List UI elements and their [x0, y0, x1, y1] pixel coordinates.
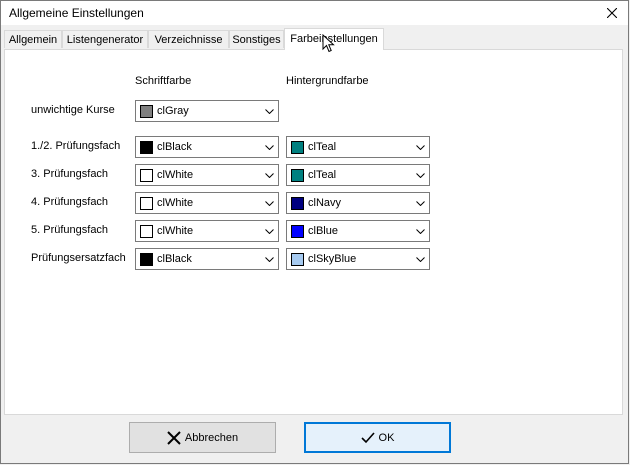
cancel-button[interactable]: Abbrechen [129, 422, 276, 453]
chevron-down-icon[interactable] [262, 104, 276, 118]
cancel-button-label: Abbrechen [184, 431, 239, 444]
chevron-down-icon[interactable] [413, 196, 427, 210]
background-color-select[interactable]: clTeal [286, 164, 430, 186]
tab-label: Allgemein [8, 34, 58, 46]
color-name: clWhite [157, 225, 194, 237]
background-color-select[interactable]: clBlue [286, 220, 430, 242]
window-title: Allgemeine Einstellungen [9, 6, 144, 20]
color-name: clBlue [308, 225, 338, 237]
tab-listengenerator[interactable]: Listengenerator [62, 30, 148, 48]
column-header-background: Hintergrundfarbe [286, 75, 369, 87]
row-label: unwichtige Kurse [31, 104, 115, 116]
color-name: clWhite [157, 169, 194, 181]
font-color-select[interactable]: clWhite [135, 164, 279, 186]
x-icon [167, 430, 181, 445]
chevron-down-icon[interactable] [262, 168, 276, 182]
tab-sonstiges[interactable]: Sonstiges [229, 30, 284, 48]
tab-allgemein[interactable]: Allgemein [4, 30, 62, 48]
title-bar: Allgemeine Einstellungen [1, 1, 628, 25]
ok-button-label: OK [378, 431, 395, 444]
chevron-down-icon[interactable] [262, 224, 276, 238]
close-button[interactable] [596, 1, 628, 25]
close-icon [607, 8, 617, 18]
color-name: clBlack [157, 141, 192, 153]
color-swatch [291, 197, 304, 210]
color-swatch [291, 253, 304, 266]
tab-verzeichnisse[interactable]: Verzeichnisse [148, 30, 229, 48]
color-name: clTeal [308, 169, 337, 181]
chevron-down-icon[interactable] [262, 140, 276, 154]
color-name: clNavy [308, 197, 342, 209]
font-color-select[interactable]: clWhite [135, 220, 279, 242]
column-header-font: Schriftfarbe [135, 75, 192, 87]
color-swatch [291, 169, 304, 182]
font-color-select[interactable]: clBlack [135, 248, 279, 270]
font-color-select[interactable]: clBlack [135, 136, 279, 158]
tab-label: Sonstiges [232, 34, 281, 46]
chevron-down-icon[interactable] [413, 252, 427, 266]
color-name: clSkyBlue [308, 253, 357, 265]
background-color-select[interactable]: clNavy [286, 192, 430, 214]
color-swatch [140, 225, 153, 238]
row-label: 1./2. Prüfungsfach [31, 140, 121, 152]
row-label: 4. Prüfungsfach [31, 196, 109, 208]
chevron-down-icon[interactable] [262, 196, 276, 210]
tab-label: Verzeichnisse [154, 34, 223, 46]
checkmark-icon [360, 431, 375, 443]
row-label: 3. Prüfungsfach [31, 168, 109, 180]
color-name: clTeal [308, 141, 337, 153]
color-name: clGray [157, 105, 189, 117]
row-label: Prüfungsersatzfach [31, 252, 126, 264]
chevron-down-icon[interactable] [413, 140, 427, 154]
chevron-down-icon[interactable] [262, 252, 276, 266]
row-label: 5. Prüfungsfach [31, 224, 109, 236]
color-swatch [291, 225, 304, 238]
ok-button[interactable]: OK [304, 422, 451, 453]
color-swatch [291, 141, 304, 154]
mouse-cursor-icon [322, 34, 335, 53]
color-name: clWhite [157, 197, 194, 209]
font-color-select[interactable]: clWhite [135, 192, 279, 214]
color-name: clBlack [157, 253, 192, 265]
background-color-select[interactable]: clTeal [286, 136, 430, 158]
color-swatch [140, 197, 153, 210]
color-swatch [140, 105, 153, 118]
tab-label: Listengenerator [66, 34, 144, 46]
font-color-select[interactable]: clGray [135, 100, 279, 122]
color-swatch [140, 169, 153, 182]
color-swatch [140, 253, 153, 266]
chevron-down-icon[interactable] [413, 168, 427, 182]
chevron-down-icon[interactable] [413, 224, 427, 238]
color-swatch [140, 141, 153, 154]
background-color-select[interactable]: clSkyBlue [286, 248, 430, 270]
